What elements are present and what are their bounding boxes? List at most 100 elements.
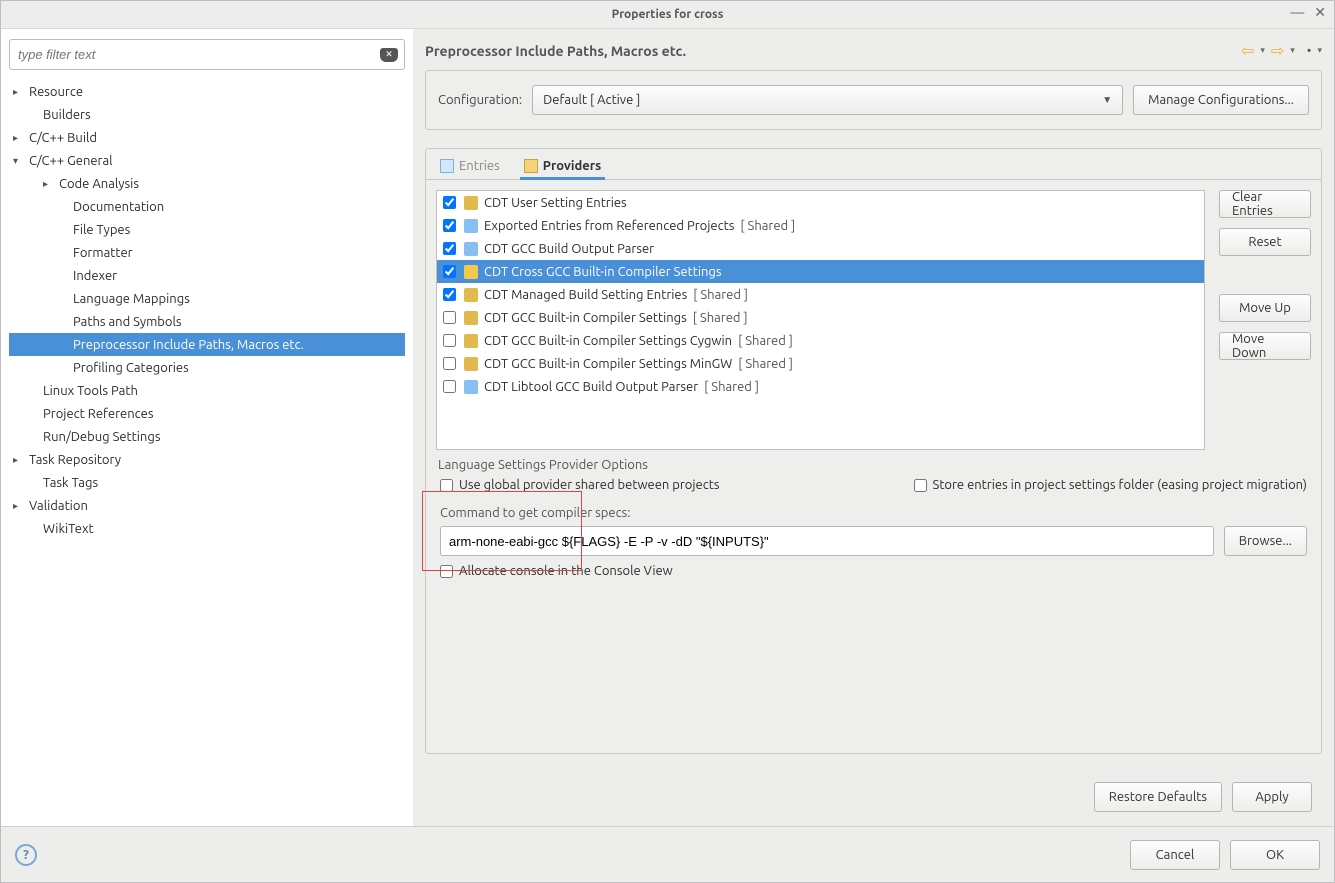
provider-label: CDT GCC Built-in Compiler Settings MinGW [484, 357, 732, 371]
provider-checkbox[interactable] [443, 242, 456, 255]
property-tree: ▸ResourceBuilders ▸ C/C++ Build ▾C/C++ Gene… [9, 80, 405, 818]
expand-arrow-icon: ▸ [13, 454, 25, 466]
tree-item[interactable]: Project References [9, 402, 405, 425]
provider-row[interactable]: CDT GCC Built-in Compiler Settings Cygwi… [437, 329, 1204, 352]
configuration-label: Configuration: [438, 93, 522, 107]
provider-checkbox[interactable] [443, 196, 456, 209]
provider-label: CDT User Setting Entries [484, 196, 627, 210]
tree-item[interactable]: Linux Tools Path [9, 379, 405, 402]
provider-label: Exported Entries from Referenced Project… [484, 219, 734, 233]
clear-entries-button[interactable]: Clear Entries [1219, 190, 1311, 218]
provider-checkbox[interactable] [443, 265, 456, 278]
provider-row[interactable]: CDT Libtool GCC Build Output Parser [ Sh… [437, 375, 1204, 398]
tree-item[interactable]: Formatter [9, 241, 405, 264]
tree-item[interactable]: ▸Task Repository [9, 448, 405, 471]
tree-item[interactable]: ▸Resource [9, 80, 405, 103]
tab-entries[interactable]: Entries [436, 155, 504, 179]
tree-item[interactable]: Preprocessor Include Paths, Macros etc. [9, 333, 405, 356]
provider-checkbox[interactable] [443, 311, 456, 324]
tree-item-label: Task Tags [43, 476, 98, 490]
restore-defaults-button[interactable]: Restore Defaults [1094, 782, 1222, 812]
provider-button-column: Clear Entries Reset Move Up Move Down [1219, 190, 1311, 450]
tree-item-label: C/C++ Build [29, 131, 97, 145]
provider-row[interactable]: CDT Managed Build Setting Entries [ Shar… [437, 283, 1204, 306]
tree-item-label: Paths and Symbols [73, 315, 182, 329]
provider-icon [464, 219, 478, 233]
tree-item[interactable]: Language Mappings [9, 287, 405, 310]
provider-row[interactable]: CDT GCC Built-in Compiler Settings [ Sha… [437, 306, 1204, 329]
reset-button[interactable]: Reset [1219, 228, 1311, 256]
tree-item[interactable]: Documentation [9, 195, 405, 218]
provider-icon [464, 357, 478, 371]
provider-row[interactable]: CDT GCC Build Output Parser [437, 237, 1204, 260]
provider-row[interactable]: CDT GCC Built-in Compiler Settings MinGW… [437, 352, 1204, 375]
provider-checkbox[interactable] [443, 357, 456, 370]
provider-label: CDT Libtool GCC Build Output Parser [484, 380, 698, 394]
tree-item-label: File Types [73, 223, 130, 237]
sidebar: ✕ ▸ResourceBuilders ▸ C/C++ Build ▾C/C++ Ge… [1, 29, 413, 826]
tree-item[interactable]: WikiText [9, 517, 405, 540]
expand-arrow-icon: ▸ [13, 132, 25, 144]
store-entries-checkbox[interactable]: Store entries in project settings folder… [914, 478, 1307, 492]
tree-item-label: Profiling Categories [73, 361, 189, 375]
provider-label: CDT GCC Built-in Compiler Settings Cygwi… [484, 334, 732, 348]
configuration-select[interactable]: Default [ Active ] ▼ [532, 85, 1123, 115]
filter-input[interactable] [16, 46, 380, 63]
cancel-button[interactable]: Cancel [1130, 840, 1220, 870]
provider-row[interactable]: Exported Entries from Referenced Project… [437, 214, 1204, 237]
provider-row[interactable]: CDT User Setting Entries [437, 191, 1204, 214]
provider-checkbox[interactable] [443, 288, 456, 301]
tree-item-label: Documentation [73, 200, 164, 214]
close-icon[interactable]: ✕ [1314, 5, 1326, 19]
tree-item-label: Language Mappings [73, 292, 190, 306]
tree-item-label: Indexer [73, 269, 117, 283]
help-icon[interactable]: ? [15, 844, 37, 866]
allocate-console-checkbox[interactable]: Allocate console in the Console View [440, 564, 1307, 578]
tree-item[interactable]: Indexer [9, 264, 405, 287]
provider-list[interactable]: CDT User Setting Entries Exported Entries… [436, 190, 1205, 450]
view-menu-icon[interactable]: ▾ [1317, 45, 1322, 56]
forward-menu-icon[interactable]: ▾ [1290, 45, 1295, 56]
tree-item[interactable]: ▸Validation [9, 494, 405, 517]
tree-item[interactable]: ▾C/C++ General [9, 149, 405, 172]
back-icon[interactable]: ⇦ [1241, 41, 1254, 60]
tree-item-label: Preprocessor Include Paths, Macros etc. [73, 338, 304, 352]
restore-apply-row: Restore Defaults Apply [425, 774, 1322, 812]
provider-checkbox[interactable] [443, 380, 456, 393]
filter-input-wrap: ✕ [9, 39, 405, 70]
compiler-specs-input[interactable] [440, 526, 1214, 556]
tree-item[interactable]: Paths and Symbols [9, 310, 405, 333]
tree-item[interactable]: Task Tags [9, 471, 405, 494]
clear-filter-icon[interactable]: ✕ [380, 48, 398, 62]
manage-configurations-button[interactable]: Manage Configurations... [1133, 85, 1309, 115]
ok-button[interactable]: OK [1230, 840, 1320, 870]
provider-label: CDT GCC Build Output Parser [484, 242, 654, 256]
tabs: Entries Providers [426, 149, 1321, 180]
expand-arrow-icon: ▾ [13, 155, 25, 167]
minimize-icon[interactable]: — [1290, 5, 1304, 19]
provider-checkbox[interactable] [443, 334, 456, 347]
tree-item[interactable]: ▸Code Analysis [9, 172, 405, 195]
provider-icon [464, 265, 478, 279]
entries-icon [440, 159, 454, 173]
tree-item[interactable]: File Types [9, 218, 405, 241]
browse-button[interactable]: Browse... [1224, 526, 1307, 556]
provider-checkbox[interactable] [443, 219, 456, 232]
compiler-specs-label: Command to get compiler specs: [440, 506, 1307, 520]
provider-label: CDT GCC Built-in Compiler Settings [484, 311, 687, 325]
tree-item[interactable]: Builders [9, 103, 405, 126]
move-up-button[interactable]: Move Up [1219, 294, 1311, 322]
provider-row[interactable]: CDT Cross GCC Built-in Compiler Settings [437, 260, 1204, 283]
provider-icon [464, 242, 478, 256]
tab-providers[interactable]: Providers [520, 155, 605, 179]
use-global-checkbox[interactable]: Use global provider shared between proje… [440, 478, 720, 492]
forward-icon[interactable]: ⇨ [1271, 41, 1284, 60]
apply-button[interactable]: Apply [1232, 782, 1312, 812]
tree-item[interactable]: Profiling Categories [9, 356, 405, 379]
tree-item[interactable]: Run/Debug Settings [9, 425, 405, 448]
expand-arrow-icon: ▸ [13, 500, 25, 512]
move-down-button[interactable]: Move Down [1219, 332, 1311, 360]
provider-shared-badge: [ Shared ] [738, 334, 793, 348]
tree-item[interactable]: ▸ C/C++ Build [9, 126, 405, 149]
back-menu-icon[interactable]: ▾ [1260, 45, 1265, 56]
